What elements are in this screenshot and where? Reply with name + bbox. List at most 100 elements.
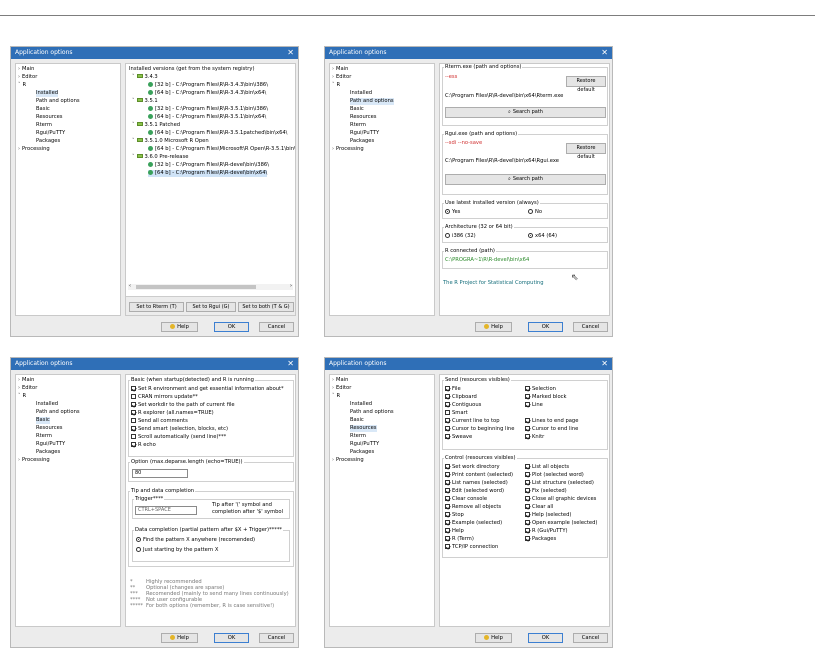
basic-checkbox[interactable]: R echo [131,442,156,449]
r-project-link[interactable]: The R Project for Statistical Computing [443,280,544,287]
send-checkbox[interactable]: Clipboard [445,394,477,401]
control-checkbox[interactable]: Help (selected) [525,512,571,519]
version-path[interactable]: [64 b] - C:\Program Files\Microsoft\R Op… [148,146,295,153]
send-checkbox[interactable]: Sweave [445,434,472,441]
latest-yes-radio[interactable]: Yes [445,209,460,216]
tree-item-r[interactable]: ˅ R [332,393,340,400]
basic-checkbox[interactable]: R explorer (all.names=TRUE) [131,410,214,417]
control-checkbox[interactable]: TCP/IP connection [445,544,498,551]
control-checkbox[interactable]: R (Gui/PuTTY) [525,528,568,535]
send-checkbox[interactable]: Contiguous [445,402,481,409]
version-path[interactable]: [32 b] - C:\Program Files\R\R-3.4.3\bin\… [148,82,268,89]
control-checkbox[interactable]: Close all graphic devices [525,496,596,503]
version-path[interactable]: [64 b] - C:\Program Files\R\R-3.5.1patch… [148,130,287,137]
send-checkbox[interactable]: Line [525,402,543,409]
close-icon[interactable]: ✕ [601,358,608,370]
tree-item-rgui-putty[interactable]: Rgui/PuTTY [36,441,65,448]
control-checkbox[interactable]: List structure (selected) [525,480,594,487]
version-path[interactable]: [32 b] - C:\Program Files\R\R-devel\bin\… [148,162,269,169]
help-button[interactable]: Help [475,633,512,643]
basic-checkbox[interactable]: Set R environment and get essential info… [131,386,284,393]
tree-item-resources[interactable]: Resources [350,425,377,432]
rterm-search-path-button[interactable]: ⌕ Search path [445,107,606,118]
version-node[interactable]: ˅ 3.6.0 Pre-release [132,154,188,161]
tree-item-rgui-putty[interactable]: Rgui/PuTTY [350,441,379,448]
tree-item-main[interactable]: › Main [332,377,348,384]
set-rgui-button[interactable]: Set to Rgui (G) [186,302,236,312]
control-checkbox[interactable]: Open example (selected) [525,520,597,527]
tree-item-resources[interactable]: Resources [36,114,63,121]
basic-checkbox[interactable]: Set workdir to the path of current file [131,402,235,409]
basic-checkbox[interactable]: Send all comments [131,418,188,425]
tree-item-editor[interactable]: › Editor [332,385,351,392]
control-checkbox[interactable]: Stop [445,512,464,519]
tree-item-basic[interactable]: Basic [36,106,50,113]
find-anywhere-radio[interactable]: Find the pattern X anywhere (recomended) [136,537,255,544]
version-node[interactable]: ˅ 3.5.1.0 Microsoft R Open [132,138,209,145]
send-checkbox[interactable]: Marked block [525,394,567,401]
send-checkbox[interactable]: Selection [525,386,556,393]
close-icon[interactable]: ✕ [601,47,608,59]
tree-item-path-options[interactable]: Path and options [350,409,394,416]
tree-item-r[interactable]: ˅ R [18,393,26,400]
send-checkbox[interactable]: Knitr [525,434,544,441]
tree-item-path-options[interactable]: Path and options [350,98,394,105]
just-starting-radio[interactable]: Just starting by the pattern X [136,547,218,554]
control-checkbox[interactable]: Clear all [525,504,553,511]
rgui-search-path-button[interactable]: ⌕ Search path [445,174,606,185]
tree-item-path-options[interactable]: Path and options [36,409,80,416]
rgui-restore-default-button[interactable]: Restore default [566,143,606,160]
cancel-button[interactable]: Cancel [573,633,608,643]
tree-item-editor[interactable]: › Editor [18,385,37,392]
help-button[interactable]: Help [475,322,512,332]
tree-item-packages[interactable]: Packages [36,138,60,145]
control-checkbox[interactable]: Remove all objects [445,504,501,511]
deparse-length-input[interactable]: 80 [132,469,188,478]
tree-item-basic[interactable]: Basic [350,106,364,113]
tree-item-path-options[interactable]: Path and options [36,98,80,105]
tree-item-editor[interactable]: › Editor [18,74,37,81]
tree-item-packages[interactable]: Packages [350,138,374,145]
version-path[interactable]: [32 b] - C:\Program Files\R\R-3.5.1\bin\… [148,106,268,113]
cancel-button[interactable]: Cancel [259,633,294,643]
close-icon[interactable]: ✕ [287,47,294,59]
help-button[interactable]: Help [161,322,198,332]
rterm-restore-default-button[interactable]: Restore default [566,76,606,93]
horizontal-scrollbar[interactable]: ‹ › [128,283,293,290]
tree-item-rterm[interactable]: Rterm [350,433,366,440]
version-node[interactable]: ˅ 3.5.1 Patched [132,122,180,129]
tree-item-rterm[interactable]: Rterm [36,122,52,129]
tree-item-processing[interactable]: › Processing [18,146,50,153]
tree-item-r[interactable]: ˅ R [332,82,340,89]
arch-x64-radio[interactable]: x64 (64) [528,233,557,240]
control-checkbox[interactable]: R (Term) [445,536,474,543]
rterm-options-field[interactable]: --ess [445,74,457,81]
tree-item-basic[interactable]: Basic [350,417,364,424]
tree-item-rterm[interactable]: Rterm [36,433,52,440]
help-button[interactable]: Help [161,633,198,643]
tree-item-packages[interactable]: Packages [350,449,374,456]
basic-checkbox[interactable]: Scroll automatically (send line)*** [131,434,226,441]
tree-item-rterm[interactable]: Rterm [350,122,366,129]
ok-button[interactable]: OK [528,633,563,643]
scrollbar-thumb[interactable] [136,285,256,289]
control-checkbox[interactable]: Example (selected) [445,520,502,527]
version-path[interactable]: [64 b] - C:\Program Files\R\R-3.4.3\bin\… [148,90,266,97]
tree-item-rgui-putty[interactable]: Rgui/PuTTY [36,130,65,137]
latest-no-radio[interactable]: No [528,209,542,216]
control-checkbox[interactable]: Set work directory [445,464,500,471]
control-checkbox[interactable]: Help [445,528,464,535]
control-checkbox[interactable]: Plot (selected word) [525,472,584,479]
set-both-button[interactable]: Set to both (T & G) [238,302,294,312]
control-checkbox[interactable]: List names (selected) [445,480,508,487]
tree-item-main[interactable]: › Main [18,377,34,384]
tree-item-editor[interactable]: › Editor [332,74,351,81]
tree-item-processing[interactable]: › Processing [332,146,364,153]
send-checkbox[interactable]: Cursor to end line [525,426,578,433]
rgui-options-field[interactable]: --sdi --no-save [445,140,482,147]
version-node[interactable]: ˅ 3.5.1 [132,98,158,105]
tree-item-processing[interactable]: › Processing [18,457,50,464]
basic-checkbox[interactable]: Send smart (selection, blocks, etc) [131,426,228,433]
send-checkbox[interactable]: Lines to end page [525,418,578,425]
cancel-button[interactable]: Cancel [573,322,608,332]
